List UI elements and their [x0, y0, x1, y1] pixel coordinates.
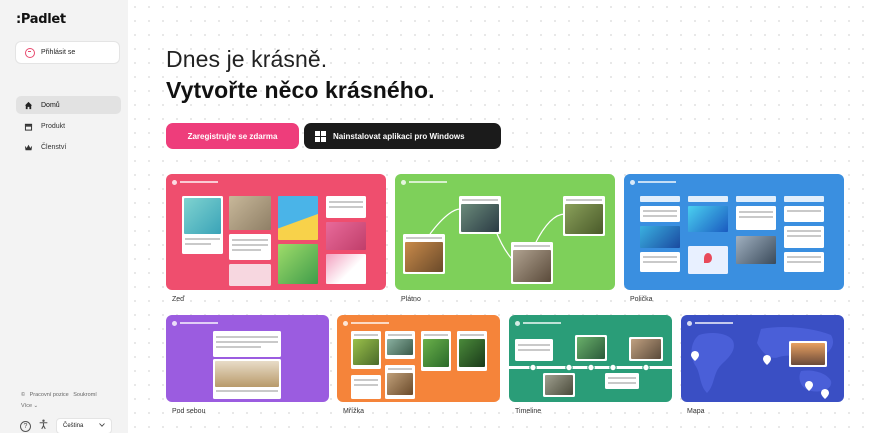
- card-header: [343, 320, 389, 326]
- sidebar-item-label: Produkt: [41, 122, 66, 130]
- sidebar-item-label: Domů: [41, 101, 60, 109]
- hero-heading: Dnes je krásně.: [166, 46, 328, 72]
- template-label-canvas: Plátno: [401, 296, 421, 303]
- template-card-wall[interactable]: [166, 174, 386, 290]
- card-header: [515, 320, 561, 326]
- accessibility-icon[interactable]: [38, 417, 49, 433]
- template-label-grid: Mřížka: [343, 408, 364, 415]
- language-select[interactable]: Čeština: [56, 418, 112, 433]
- login-icon: [25, 47, 35, 58]
- template-card-grid[interactable]: [337, 315, 500, 402]
- map-pin-icon: [691, 351, 699, 361]
- template-card-stream[interactable]: [166, 315, 329, 402]
- product-icon: [24, 122, 33, 131]
- register-button[interactable]: Zaregistrujte se zdarma: [166, 123, 299, 149]
- sidebar: :Padlet Přihlásit se Domů Produkt Členst…: [0, 0, 128, 433]
- hero-subheading: Vytvořte něco krásného.: [166, 77, 435, 103]
- footer-links: © Pracovní pozice Soukromí Více ⌄: [21, 390, 121, 412]
- map-pin-icon: [763, 355, 771, 365]
- card-header: [172, 320, 218, 326]
- card-header: [630, 179, 676, 185]
- login-label: Přihlásit se: [41, 49, 76, 56]
- copyright-text: ©: [21, 392, 26, 398]
- sidebar-item-product[interactable]: Produkt: [16, 117, 121, 135]
- template-card-timeline[interactable]: [509, 315, 672, 402]
- template-label-stream: Pod sebou: [172, 408, 206, 415]
- template-label-map: Mapa: [687, 408, 705, 415]
- careers-link[interactable]: Pracovní pozice: [30, 392, 69, 398]
- timeline-dots: [529, 363, 650, 372]
- chevron-down-icon: [99, 423, 105, 429]
- login-button[interactable]: Přihlásit se: [15, 41, 120, 64]
- privacy-link[interactable]: Soukromí: [73, 392, 97, 398]
- template-card-map[interactable]: [681, 315, 844, 402]
- more-link[interactable]: Více ⌄: [21, 403, 38, 409]
- home-icon: [24, 101, 33, 110]
- install-windows-button[interactable]: Nainstalovat aplikaci pro Windows: [304, 123, 501, 149]
- sidebar-item-label: Členství: [41, 143, 67, 151]
- install-windows-label: Nainstalovat aplikaci pro Windows: [333, 131, 465, 141]
- map-pin-icon: [805, 381, 813, 391]
- template-card-canvas[interactable]: [395, 174, 615, 290]
- template-card-shelf[interactable]: [624, 174, 844, 290]
- template-label-shelf: Polička: [630, 296, 653, 303]
- crown-icon: [24, 143, 33, 152]
- sidebar-nav: Domů Produkt Členství: [16, 96, 121, 159]
- padlet-logo[interactable]: :Padlet: [16, 12, 66, 27]
- windows-icon: [315, 130, 326, 142]
- map-pin-icon: [821, 389, 829, 399]
- sidebar-bottom-bar: ? Čeština: [20, 417, 112, 433]
- language-value: Čeština: [63, 423, 84, 429]
- sidebar-item-home[interactable]: Domů: [16, 96, 121, 114]
- template-label-wall: Zeď: [172, 296, 185, 303]
- template-label-timeline: Timeline: [515, 408, 542, 415]
- sidebar-item-membership[interactable]: Členství: [16, 138, 121, 156]
- help-icon[interactable]: ?: [20, 420, 31, 432]
- card-header: [172, 179, 218, 185]
